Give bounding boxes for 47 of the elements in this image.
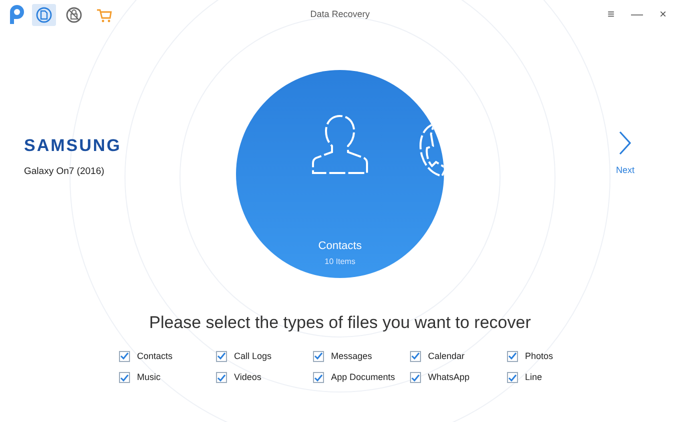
recovery-tab[interactable]	[32, 4, 56, 26]
brand-logo: SAMSUNG	[24, 135, 120, 158]
device-model: Galaxy On7 (2016)	[24, 164, 106, 179]
checkbox[interactable]	[507, 372, 518, 384]
item-count: 10 Items	[324, 256, 356, 268]
file-type-checkbox[interactable]: Call Logs	[216, 350, 313, 363]
checkbox[interactable]	[313, 372, 324, 384]
file-type-checkbox[interactable]: Videos	[216, 371, 313, 384]
file-type-checkbox[interactable]: Calendar	[410, 350, 507, 363]
menu-button[interactable]: ≡	[600, 6, 622, 22]
file-type-checkbox[interactable]: Photos	[507, 350, 604, 363]
checkmark-icon	[120, 374, 129, 382]
instruction-heading: Please select the types of files you want to recover	[148, 312, 532, 334]
document-restore-icon	[36, 7, 52, 23]
file-type-checkbox[interactable]: Messages	[313, 350, 410, 363]
checkmark-icon	[411, 352, 420, 360]
window-title: Data Recovery	[310, 8, 370, 21]
checkmark-icon	[217, 352, 226, 360]
contact-person-icon	[312, 114, 368, 176]
close-button[interactable]: ×	[652, 6, 674, 22]
checkbox[interactable]	[119, 350, 130, 362]
checkmark-icon	[508, 352, 517, 360]
checkbox[interactable]	[216, 350, 227, 362]
file-type-checkbox[interactable]: Music	[119, 371, 216, 384]
checkmark-icon	[217, 374, 226, 382]
app-logo-icon	[8, 5, 26, 25]
checkbox[interactable]	[410, 372, 421, 384]
checkmark-icon	[508, 374, 517, 382]
next-button[interactable]: Next	[616, 130, 635, 178]
checkmark-icon	[314, 352, 323, 360]
checkmark-icon	[411, 374, 420, 382]
chevron-right-icon	[618, 130, 632, 156]
file-type-checkbox[interactable]: Contacts	[119, 350, 216, 363]
checkbox[interactable]	[313, 350, 324, 362]
checkbox[interactable]	[119, 372, 130, 384]
category-label: Contacts	[317, 239, 363, 254]
cart-icon	[96, 8, 112, 22]
checkbox[interactable]	[507, 350, 518, 362]
file-type-checkbox[interactable]: App Documents	[313, 371, 410, 384]
checkmark-icon	[314, 374, 323, 382]
minimize-button[interactable]: —	[626, 6, 648, 22]
checkbox[interactable]	[410, 350, 421, 362]
file-type-checkbox[interactable]: WhatsApp	[410, 371, 507, 384]
locked-circle-icon	[66, 7, 82, 23]
file-type-checkbox[interactable]: Line	[507, 371, 604, 384]
checkmark-icon	[120, 352, 129, 360]
checkbox[interactable]	[216, 372, 227, 384]
